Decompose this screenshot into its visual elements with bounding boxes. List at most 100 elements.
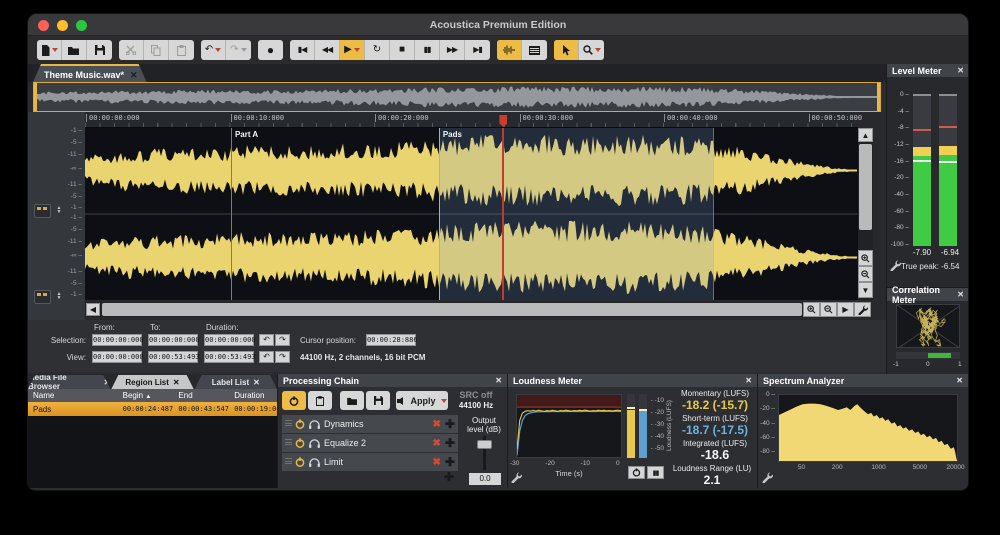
column-begin[interactable]: Begin ▲ (118, 391, 174, 400)
rewind-button[interactable]: ◀◀ (315, 40, 340, 60)
append-effect-icon[interactable]: ✚ (444, 470, 454, 484)
waveform-canvas[interactable]: Part APads (85, 128, 858, 300)
list-view-button[interactable] (522, 40, 547, 60)
pause-button[interactable]: ▮▮ (415, 40, 440, 60)
record-button[interactable]: ● (258, 40, 283, 60)
waveform-view-button[interactable] (497, 40, 522, 60)
add-effect-icon[interactable]: ✚ (445, 436, 455, 450)
view-from-field[interactable]: 00:00:00:000 (92, 351, 142, 363)
level-meter-close-icon[interactable]: ✕ (957, 66, 964, 75)
column-duration[interactable]: Duration (229, 391, 277, 400)
stop-button[interactable]: ■ (390, 40, 415, 60)
channel2-options-button[interactable] (34, 290, 51, 304)
tab-close-icon[interactable]: ✕ (104, 378, 111, 387)
channel1-options-button[interactable] (34, 204, 51, 218)
loop-playback-button[interactable]: ↻ (365, 40, 390, 60)
horizontal-zoom-in-button[interactable] (803, 302, 820, 317)
tab-media-file-browser[interactable]: Media File Browser✕ (28, 375, 110, 389)
document-tab-close-icon[interactable]: ✕ (130, 70, 138, 81)
selection-undo-button[interactable]: ↶ (259, 334, 274, 346)
region-row-pads[interactable]: Pads 00:00:24:487 00:00:43:547 00:00:19:… (28, 402, 277, 416)
processing-chain-close-icon[interactable]: ✕ (495, 376, 502, 385)
horizontal-scrollbar[interactable]: ◀ (85, 302, 803, 317)
remove-effect-icon[interactable]: ✖ (433, 419, 441, 430)
headphones-icon[interactable] (309, 420, 320, 429)
overview-left-handle[interactable] (34, 83, 37, 111)
go-to-start-button[interactable]: ▮◀ (290, 40, 315, 60)
horizontal-scroll-thumb[interactable] (102, 303, 802, 316)
cursor-position-field[interactable]: 00:00:28:886 (366, 334, 416, 346)
zoom-selection-button[interactable]: ▶ (837, 302, 854, 317)
output-slider-thumb[interactable] (477, 440, 492, 449)
chain-load-button[interactable] (340, 391, 364, 410)
fast-forward-button[interactable]: ▶▶ (440, 40, 465, 60)
view-redo-button[interactable]: ↷ (275, 351, 290, 363)
spectrum-settings-icon[interactable] (762, 472, 773, 483)
add-effect-icon[interactable]: ✚ (445, 455, 455, 469)
vertical-zoom-menu-button[interactable]: ▼ (858, 282, 873, 298)
region-table-header[interactable]: Name Begin ▲ End Duration (28, 389, 277, 402)
level-meter-settings-icon[interactable] (890, 260, 901, 271)
drag-handle-icon[interactable]: ――― (285, 458, 291, 466)
document-tab[interactable]: Theme Music.wav* ✕ (33, 64, 147, 82)
drag-handle-icon[interactable]: ――― (285, 420, 291, 428)
save-button[interactable] (87, 40, 112, 60)
drag-handle-icon[interactable]: ――― (285, 439, 291, 447)
output-level-value[interactable]: 0.0 (469, 473, 501, 485)
effect-power-icon[interactable] (295, 438, 305, 448)
selection-redo-button[interactable]: ↷ (275, 334, 290, 346)
selection-tool-button[interactable] (554, 40, 579, 60)
correlation-meter-close-icon[interactable]: ✕ (957, 290, 964, 299)
undo-button[interactable]: ↶ (201, 40, 226, 60)
view-undo-button[interactable]: ↶ (259, 351, 274, 363)
cut-button[interactable] (119, 40, 144, 60)
spectrum-close-icon[interactable]: ✕ (956, 376, 963, 385)
remove-effect-icon[interactable]: ✖ (433, 457, 441, 468)
loudness-meter-close-icon[interactable]: ✕ (745, 376, 752, 385)
zoom-tool-button[interactable] (579, 40, 604, 60)
effect-power-icon[interactable] (295, 419, 305, 429)
paste-button[interactable] (169, 40, 194, 60)
effect-row-limit[interactable]: ――― Limit ✖ ✚ (282, 453, 458, 471)
tab-label-list[interactable]: Label List✕ (195, 375, 277, 389)
scroll-up-button[interactable]: ▲ (858, 128, 873, 142)
apply-button[interactable]: Apply (396, 391, 448, 410)
copy-button[interactable] (144, 40, 169, 60)
effect-row-dynamics[interactable]: ――― Dynamics ✖ ✚ (282, 415, 458, 433)
selection-from-field[interactable]: 00:00:00:000 (92, 334, 142, 346)
playhead-handle[interactable] (499, 115, 507, 127)
headphones-icon[interactable] (309, 458, 320, 467)
view-duration-field[interactable]: 00:00:53:493 (204, 351, 254, 363)
column-end[interactable]: End (173, 391, 229, 400)
chain-enable-button[interactable] (282, 391, 306, 410)
vertical-scroll-thumb[interactable] (859, 144, 872, 230)
chain-save-button[interactable] (366, 391, 390, 410)
overview-right-handle[interactable] (877, 83, 880, 111)
add-effect-icon[interactable]: ✚ (445, 417, 455, 431)
horizontal-zoom-out-button[interactable] (820, 302, 837, 317)
selection-duration-field[interactable]: 00:00:00:000 (204, 334, 254, 346)
new-file-button[interactable] (37, 40, 62, 60)
play-button[interactable]: ▶ (340, 40, 365, 60)
selection-region[interactable] (439, 128, 714, 300)
editor-settings-button[interactable] (854, 302, 871, 317)
effect-power-icon[interactable] (295, 457, 305, 467)
headphones-icon[interactable] (309, 439, 320, 448)
loudness-pause-button[interactable]: ▮▮ (647, 466, 664, 479)
overview-strip[interactable] (33, 82, 881, 112)
vertical-zoom-in-button[interactable] (858, 250, 873, 266)
effect-row-equalize[interactable]: ――― Equalize 2 ✖ ✚ (282, 434, 458, 452)
vertical-zoom-out-button[interactable] (858, 266, 873, 282)
view-to-field[interactable]: 00:00:53:493 (148, 351, 198, 363)
tab-close-icon[interactable]: ✕ (173, 378, 180, 387)
loudness-reset-button[interactable] (628, 466, 645, 479)
scroll-left-button[interactable]: ◀ (86, 303, 100, 316)
remove-effect-icon[interactable]: ✖ (433, 438, 441, 449)
chain-clipboard-button[interactable] (308, 391, 332, 410)
region-table-body[interactable] (28, 416, 277, 488)
go-to-end-button[interactable]: ▶▮ (465, 40, 490, 60)
column-name[interactable]: Name (28, 391, 118, 400)
tab-region-list[interactable]: Region List✕ (111, 375, 193, 389)
selection-to-field[interactable]: 00:00:00:000 (148, 334, 198, 346)
marker-line[interactable] (439, 128, 440, 300)
